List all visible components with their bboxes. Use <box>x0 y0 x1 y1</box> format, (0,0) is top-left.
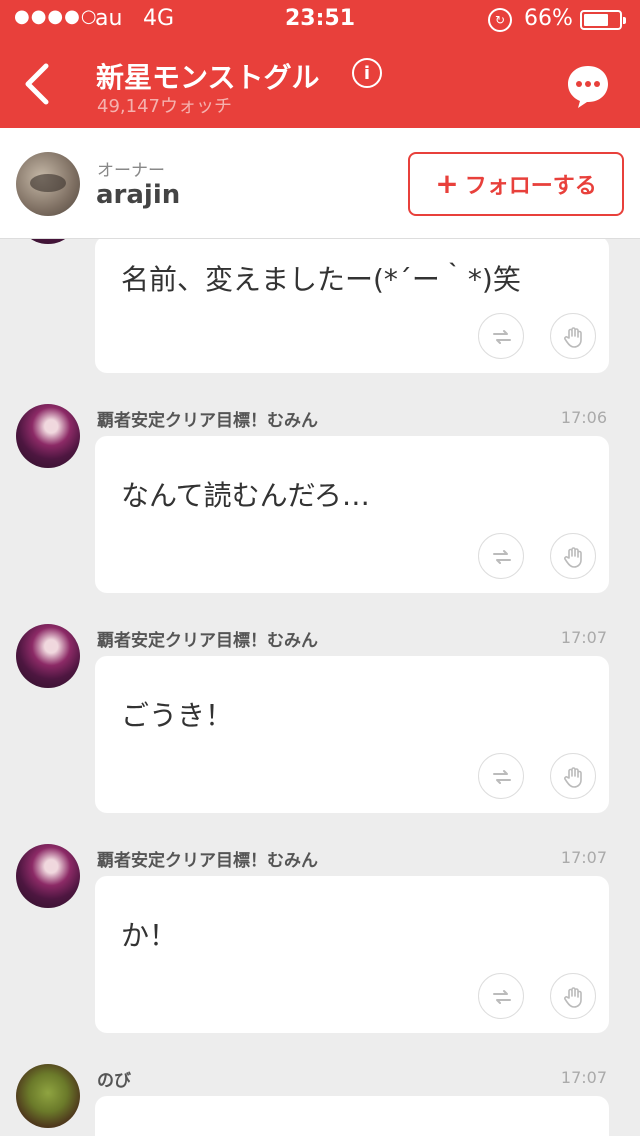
back-button[interactable] <box>22 62 62 106</box>
battery-icon <box>580 10 626 30</box>
retweet-button[interactable] <box>478 973 524 1019</box>
high-five-button[interactable] <box>550 753 596 799</box>
retweet-icon <box>493 330 511 344</box>
sender-name[interactable]: 覇者安定クリア目標！むみん <box>97 846 318 871</box>
message-bubble[interactable]: なんて読むんだろ… <box>95 436 609 593</box>
status-bar: ●●●●○ au 4G 23:51 ↻ 66% <box>0 0 640 40</box>
message-text: なんて読むんだろ… <box>121 479 370 512</box>
message-bubble[interactable]: ごうき！ <box>95 656 609 813</box>
high-five-icon <box>564 547 582 568</box>
back-arrow-icon <box>25 63 49 105</box>
retweet-button[interactable] <box>478 533 524 579</box>
message-bubble[interactable] <box>95 1096 609 1136</box>
follow-button[interactable]: + フォローする <box>408 152 624 216</box>
owner-name[interactable]: arajin <box>96 180 180 210</box>
battery-percentage: 66% <box>524 6 573 31</box>
lock-rotation-icon: ↻ <box>488 8 512 32</box>
retweet-icon <box>493 990 511 1004</box>
sender-name[interactable]: 覇者安定クリア目標！むみん <box>97 626 318 651</box>
header-bar: ●●●●○ au 4G 23:51 ↻ 66% 新星モンストグル i 49,14… <box>0 0 640 128</box>
high-five-button[interactable] <box>550 313 596 359</box>
sender-name[interactable]: のび <box>97 1066 131 1091</box>
owner-label: オーナー <box>97 161 165 181</box>
message-time: 17:07 <box>560 848 607 867</box>
retweet-icon <box>493 550 511 564</box>
retweet-button[interactable] <box>478 753 524 799</box>
avatar[interactable] <box>16 1064 80 1128</box>
message-text: ごうき！ <box>121 699 234 732</box>
message-text: 名前、変えましたー(*´ー｀*)笑 <box>121 263 521 296</box>
message-time: 17:06 <box>560 408 607 427</box>
owner-bar: オーナー arajin + フォローする <box>0 128 640 239</box>
retweet-icon <box>493 770 511 784</box>
high-five-button[interactable] <box>550 533 596 579</box>
owner-avatar[interactable] <box>16 152 80 216</box>
high-five-button[interactable] <box>550 973 596 1019</box>
message-bubble[interactable]: 名前、変えましたー(*´ー｀*)笑 <box>95 236 609 373</box>
avatar[interactable] <box>16 404 80 468</box>
avatar[interactable] <box>16 844 80 908</box>
message-time: 17:07 <box>560 1068 607 1087</box>
info-icon[interactable]: i <box>352 58 382 88</box>
watcher-count: 49,147ウォッチ <box>97 96 232 117</box>
message-bubble[interactable]: か！ <box>95 876 609 1033</box>
avatar[interactable] <box>16 624 80 688</box>
follow-label: フォローする <box>464 174 597 199</box>
retweet-button[interactable] <box>478 313 524 359</box>
chat-bubble-icon[interactable] <box>564 62 612 110</box>
message-time: 17:07 <box>560 628 607 647</box>
high-five-icon <box>564 767 582 788</box>
sender-name[interactable]: 覇者安定クリア目標！むみん <box>97 406 318 431</box>
high-five-icon <box>564 327 582 348</box>
message-text: か！ <box>121 919 178 952</box>
high-five-icon <box>564 987 582 1008</box>
plus-icon: + <box>435 167 459 200</box>
page-title: 新星モンストグル <box>96 61 320 94</box>
